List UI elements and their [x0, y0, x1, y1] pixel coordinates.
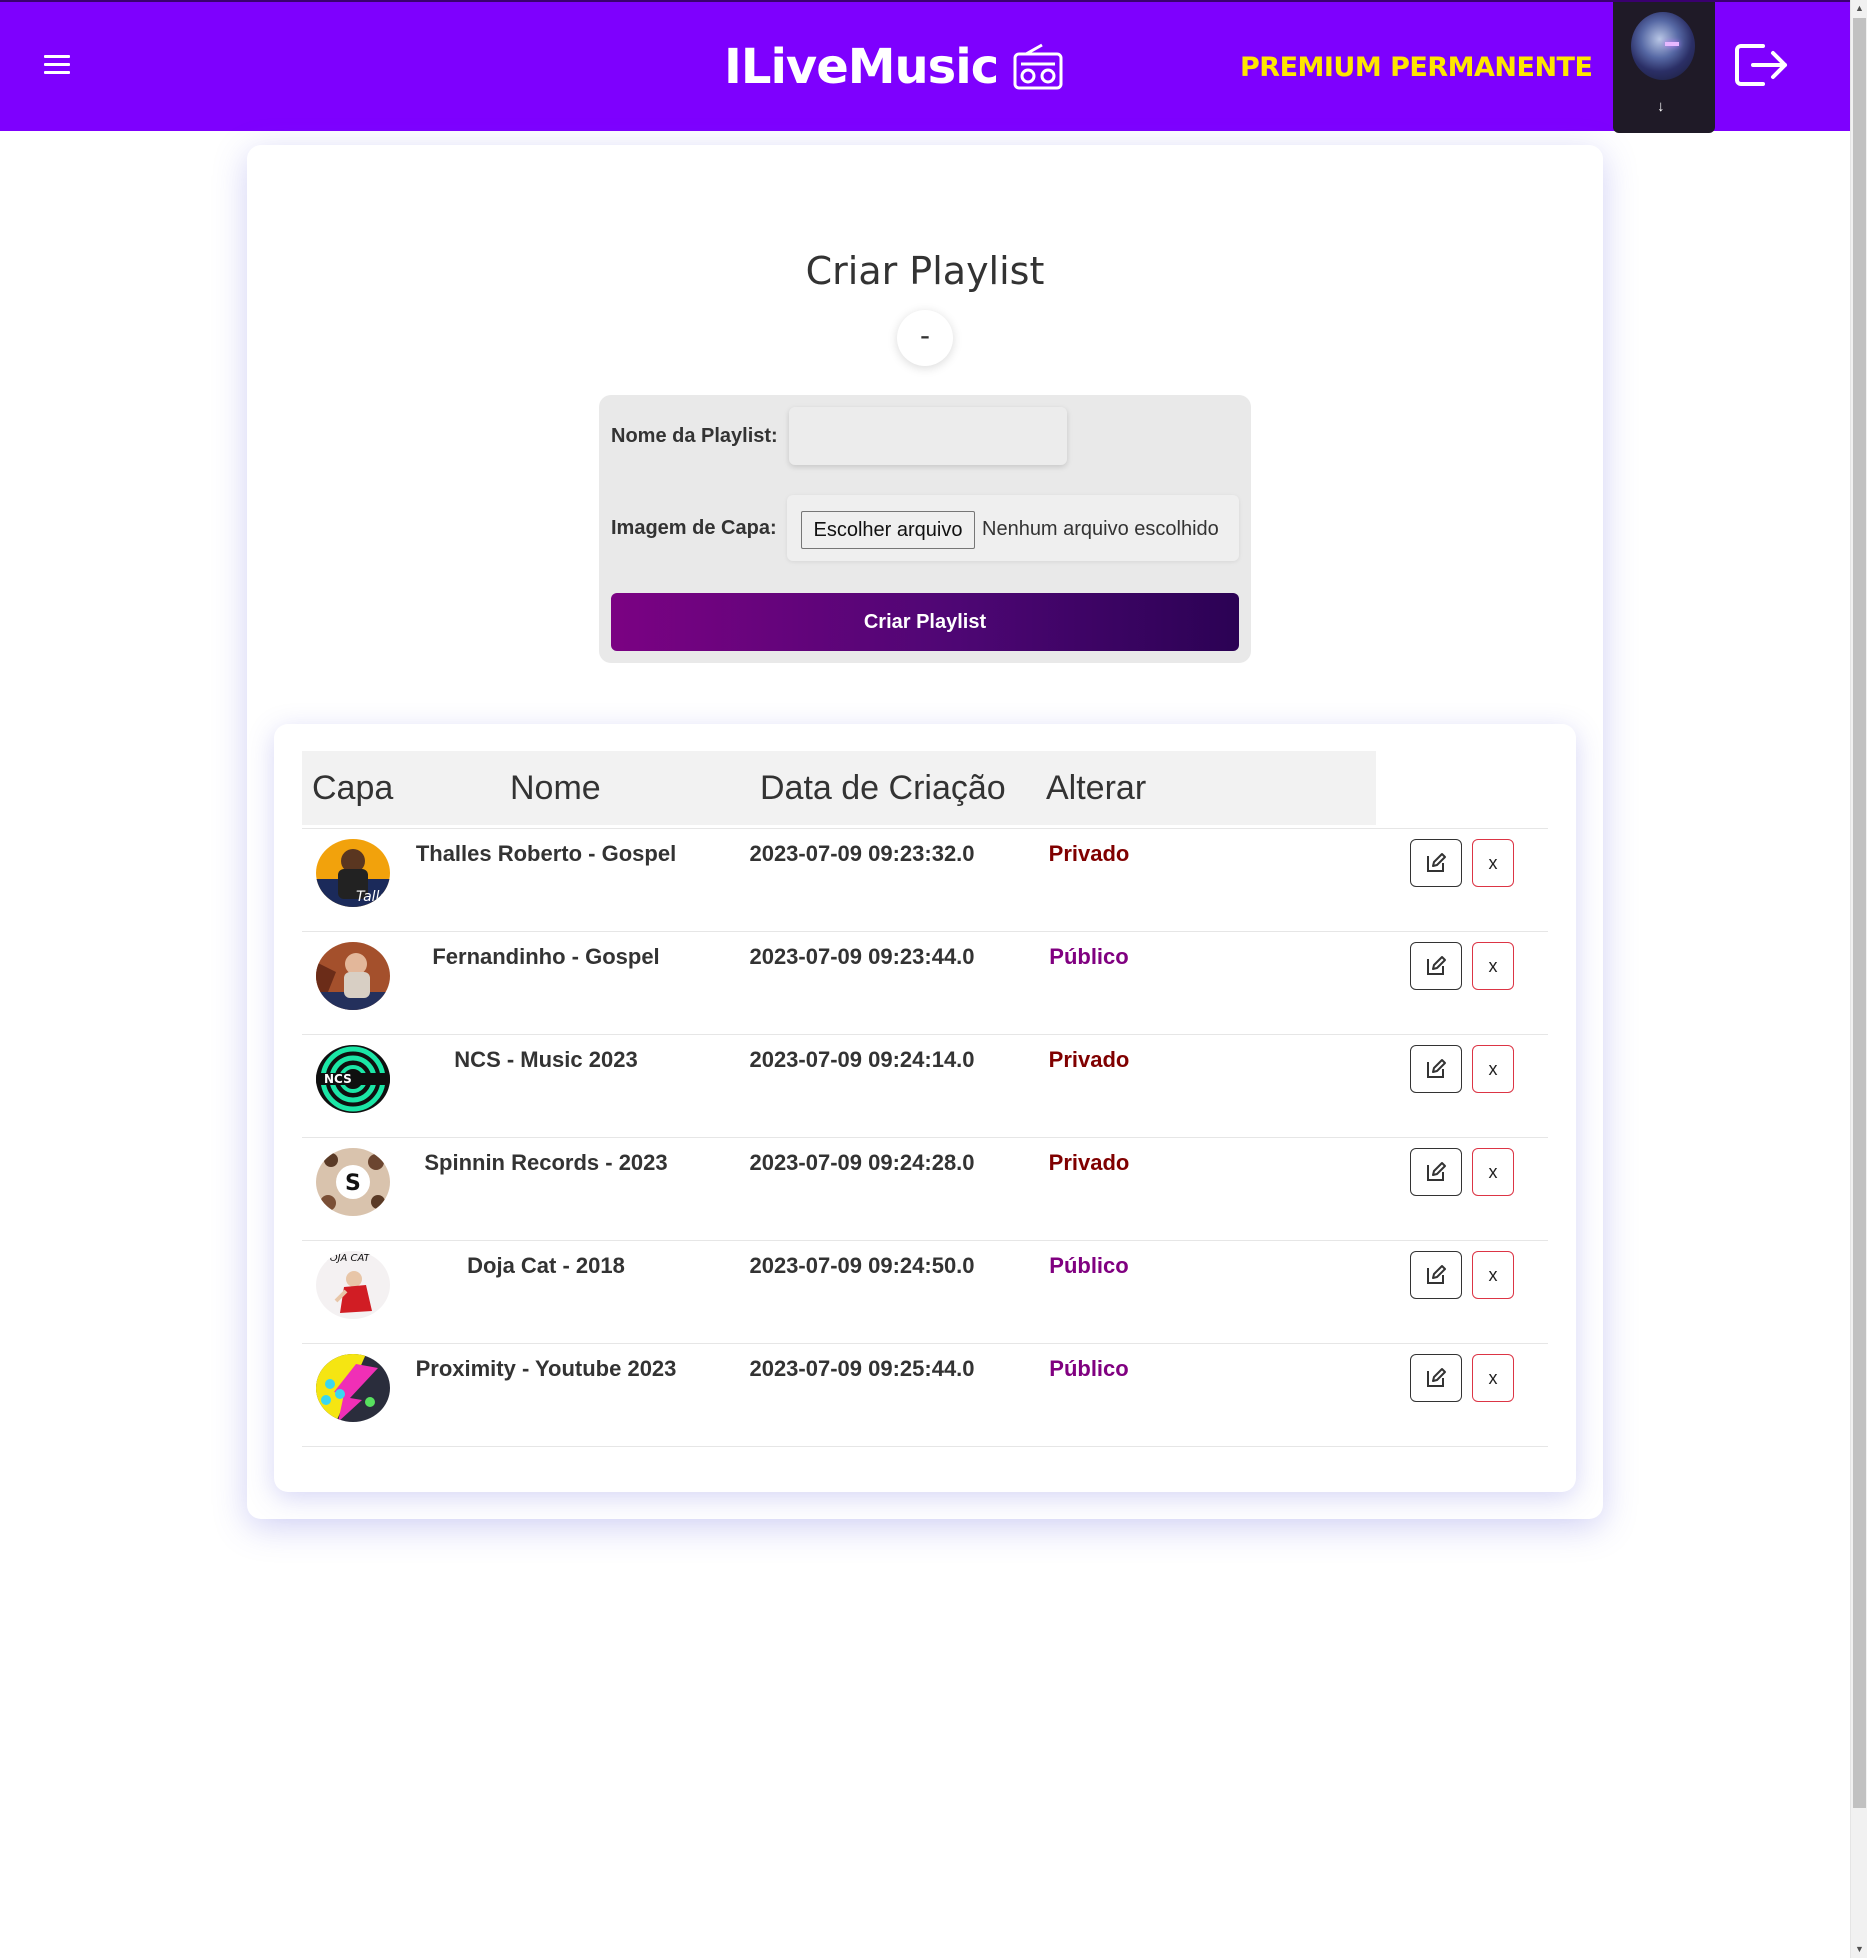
table-row: NCS NCS - Music 2023 2023-07-09 09:24:14.0…	[302, 1034, 1548, 1137]
page-scrollbar[interactable]: ▲ ▼	[1850, 0, 1867, 1958]
logout-icon[interactable]	[1733, 40, 1791, 90]
playlist-name: Doja Cat - 2018	[467, 1253, 625, 1278]
playlist-name: Proximity - Youtube 2023	[415, 1356, 677, 1381]
playlist-name: Thalles Roberto - Gospel	[415, 841, 677, 866]
playlist-visibility-status[interactable]: Privado	[1032, 1047, 1146, 1073]
playlist-created-date: 2023-07-09 09:23:32.0	[749, 841, 975, 866]
scroll-down-icon[interactable]: ▼	[1851, 1941, 1867, 1958]
edit-playlist-button[interactable]	[1410, 1148, 1462, 1196]
table-bottom-border	[302, 1446, 1548, 1447]
playlist-created-date: 2023-07-09 09:24:28.0	[749, 1150, 975, 1175]
create-playlist-button[interactable]: Criar Playlist	[611, 593, 1239, 651]
playlist-cover-image	[316, 1354, 390, 1422]
svg-text:NCS: NCS	[324, 1072, 352, 1086]
playlist-visibility-status[interactable]: Privado	[1032, 1150, 1146, 1176]
table-row: S Spinnin Records - 2023 2023-07-09 09:24:…	[302, 1137, 1548, 1240]
top-navbar: ILiveMusic PREMIUM PERMANENTE ↓	[0, 0, 1850, 133]
file-status-text: Nenhum arquivo escolhido	[982, 518, 1219, 540]
playlist-created-date: 2023-07-09 09:23:44.0	[749, 944, 975, 969]
radio-icon	[1013, 43, 1063, 90]
playlist-name: Fernandinho - Gospel	[432, 944, 660, 969]
cover-file-input[interactable]: Escolher arquivo Nenhum arquivo escolhid…	[787, 495, 1239, 561]
playlist-created-date: 2023-07-09 09:24:14.0	[749, 1047, 975, 1072]
playlist-name-input[interactable]	[789, 407, 1067, 465]
delete-playlist-button[interactable]: x	[1472, 942, 1514, 990]
playlist-name: NCS - Music 2023	[454, 1047, 638, 1072]
playlist-visibility-status[interactable]: Público	[1032, 944, 1146, 970]
edit-playlist-button[interactable]	[1410, 1045, 1462, 1093]
playlist-visibility-status[interactable]: Público	[1032, 1253, 1146, 1279]
user-avatar-dropdown[interactable]: ↓	[1613, 2, 1715, 133]
playlist-created-date: 2023-07-09 09:24:50.0	[749, 1253, 975, 1278]
playlist-cover-image: NCS	[316, 1045, 390, 1113]
delete-playlist-button[interactable]: x	[1472, 1045, 1514, 1093]
choose-file-button[interactable]: Escolher arquivo	[801, 511, 975, 549]
scrollbar-thumb[interactable]	[1853, 18, 1866, 1808]
playlist-cover-image: S	[316, 1148, 390, 1216]
avatar	[1631, 12, 1695, 80]
playlist-visibility-status[interactable]: Público	[1032, 1356, 1146, 1382]
header-capa: Capa	[312, 769, 394, 807]
edit-playlist-button[interactable]	[1410, 1251, 1462, 1299]
playlist-cover-image: Talles	[316, 839, 390, 907]
edit-playlist-button[interactable]	[1410, 839, 1462, 887]
header-alterar: Alterar	[1046, 769, 1147, 807]
header-nome: Nome	[510, 769, 601, 807]
svg-text:Talles: Talles	[356, 889, 390, 905]
table-row: DOJA CAT Doja Cat - 2018 2023-07-09 09:24:…	[302, 1240, 1548, 1343]
playlist-cover-image: DOJA CAT	[316, 1251, 390, 1319]
table-header: Capa Nome Data de Criação Alterar	[302, 751, 1376, 825]
collapse-form-button[interactable]: -	[897, 310, 953, 366]
page-title: Criar Playlist	[805, 249, 1045, 293]
playlist-name: Spinnin Records - 2023	[424, 1150, 668, 1175]
premium-plan-badge: PREMIUM PERMANENTE	[1240, 52, 1593, 83]
playlist-name-label: Nome da Playlist:	[611, 425, 778, 447]
table-row: Proximity - Youtube 2023 2023-07-09 09:25…	[302, 1343, 1548, 1446]
create-playlist-form: Nome da Playlist: Imagem de Capa: Escolh…	[599, 395, 1251, 663]
svg-text:S: S	[345, 1171, 361, 1196]
edit-playlist-button[interactable]	[1410, 1354, 1462, 1402]
brand-name: ILiveMusic	[724, 39, 999, 95]
table-row: Fernandinho - Gospel 2023-07-09 09:23:44.…	[302, 931, 1548, 1034]
playlist-visibility-status[interactable]: Privado	[1032, 841, 1146, 867]
brand-logo[interactable]: ILiveMusic	[724, 32, 1064, 102]
header-data: Data de Criação	[760, 769, 1006, 807]
playlist-cover-image	[316, 942, 390, 1010]
scroll-up-icon[interactable]: ▲	[1851, 0, 1867, 17]
dropdown-arrow-icon: ↓	[1657, 98, 1665, 115]
cover-image-label: Imagem de Capa:	[611, 517, 777, 539]
delete-playlist-button[interactable]: x	[1472, 839, 1514, 887]
delete-playlist-button[interactable]: x	[1472, 1148, 1514, 1196]
svg-text:DOJA CAT: DOJA CAT	[322, 1253, 371, 1264]
delete-playlist-button[interactable]: x	[1472, 1354, 1514, 1402]
edit-playlist-button[interactable]	[1410, 942, 1462, 990]
playlist-created-date: 2023-07-09 09:25:44.0	[749, 1356, 975, 1381]
playlists-table-card: Capa Nome Data de Criação Alterar Talles…	[274, 724, 1576, 1492]
hamburger-menu-icon[interactable]	[44, 50, 74, 80]
delete-playlist-button[interactable]: x	[1472, 1251, 1514, 1299]
table-row: Talles Thalles Roberto - Gospel 2023-07-09…	[302, 828, 1548, 931]
